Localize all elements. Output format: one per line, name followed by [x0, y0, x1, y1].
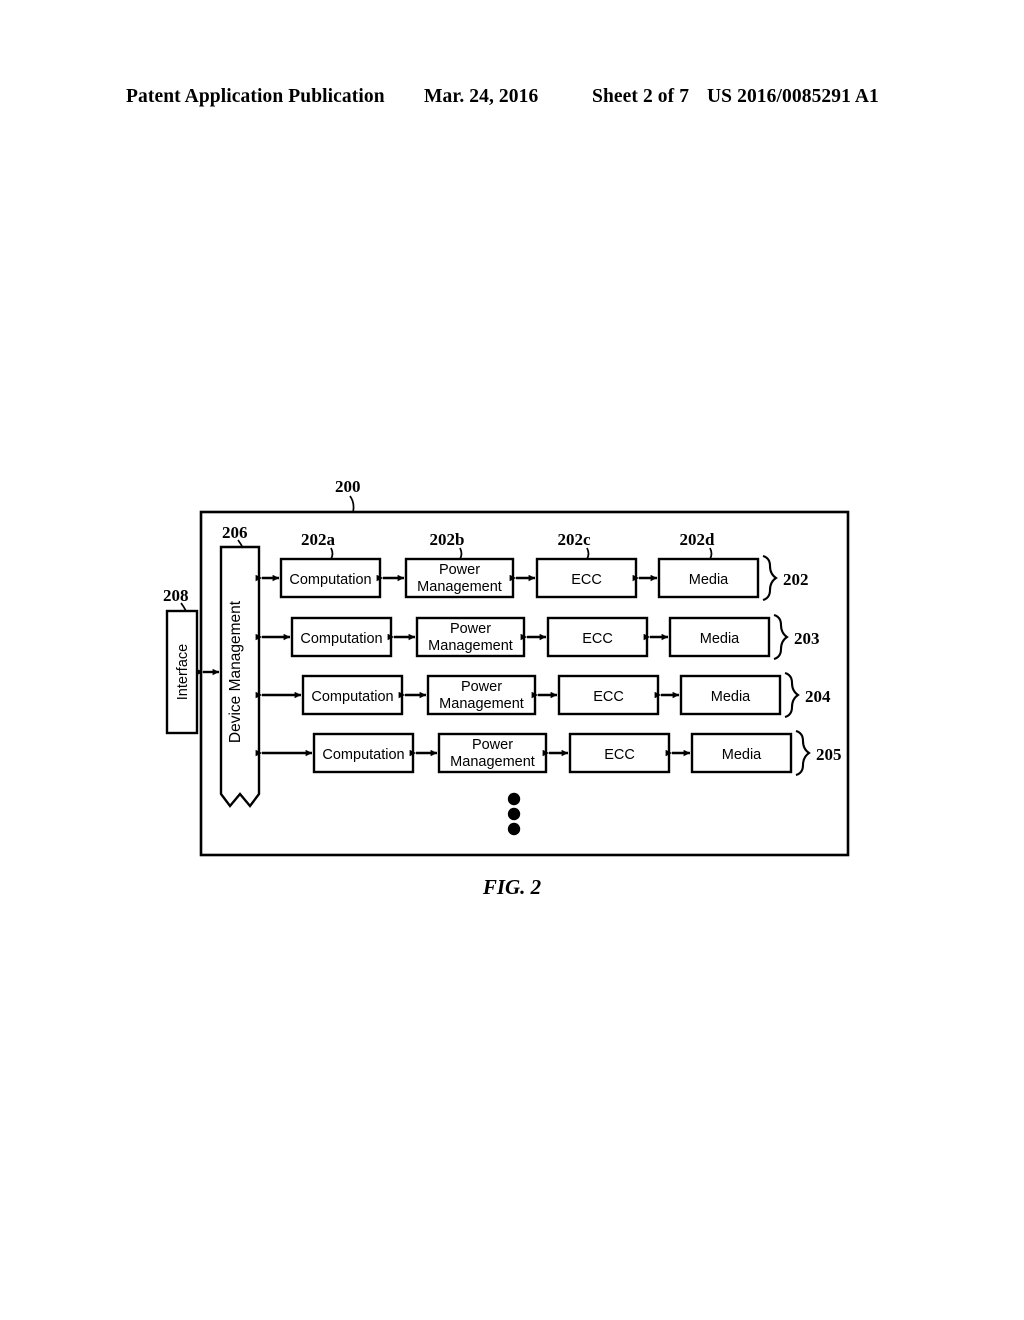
ref-label-208: 208 — [163, 586, 189, 605]
power-management-label-line2-203: Management — [428, 638, 513, 654]
computation-label-205: Computation — [322, 747, 404, 763]
figure-2-diagram: Interface Device Management Computation … — [0, 0, 1024, 1320]
ref-label-200: 200 — [335, 477, 361, 496]
ref-label-202b: 202b — [430, 530, 465, 549]
power-management-label-line2-204: Management — [439, 696, 524, 712]
row-ref-204: 204 — [805, 687, 831, 706]
ref-label-202a: 202a — [301, 530, 336, 549]
channel-row-205: Computation Power Management ECC Media 2… — [255, 729, 842, 777]
reference-202d: 202d — [680, 530, 716, 560]
leader-line-202a — [330, 547, 334, 560]
reference-200: 200 — [335, 477, 361, 513]
figure-caption: FIG. 2 — [482, 875, 542, 899]
reference-206: 206 — [222, 523, 248, 549]
row-ref-203: 203 — [794, 629, 820, 648]
reference-202b: 202b — [430, 530, 465, 560]
row-ref-202: 202 — [783, 570, 809, 589]
brace-203 — [773, 613, 789, 661]
ref-label-202c: 202c — [557, 530, 591, 549]
channel-row-204: Computation Power Management ECC Media 2… — [255, 671, 831, 719]
computation-label-204: Computation — [311, 689, 393, 705]
media-label-203: Media — [700, 631, 740, 647]
interface-block: Interface — [165, 609, 199, 735]
power-management-label-line1-204: Power — [461, 679, 502, 695]
ecc-label-202: ECC — [571, 572, 602, 588]
reference-202c: 202c — [557, 530, 591, 560]
power-management-label-line2-205: Management — [450, 754, 535, 770]
interface-label: Interface — [175, 644, 191, 700]
power-management-label-line1-202: Power — [439, 562, 480, 578]
computation-label-203: Computation — [300, 631, 382, 647]
power-management-label-line2-202: Management — [417, 579, 502, 595]
channel-row-202: Computation Power Management ECC Media 2… — [255, 554, 809, 602]
device-management-label: Device Management — [227, 600, 244, 743]
brace-204 — [784, 671, 800, 719]
media-label-202: Media — [689, 572, 729, 588]
leader-line-202c — [586, 547, 590, 560]
computation-label-202: Computation — [289, 572, 371, 588]
reference-208: 208 — [163, 586, 189, 612]
channel-row-203: Computation Power Management ECC Media 2… — [255, 613, 820, 661]
reference-202a: 202a — [301, 530, 336, 560]
diagram-canvas: Interface Device Management Computation … — [163, 477, 850, 857]
ecc-label-203: ECC — [582, 631, 613, 647]
power-management-label-line1-203: Power — [450, 621, 491, 637]
row-ref-205: 205 — [816, 745, 842, 764]
media-label-204: Media — [711, 689, 751, 705]
leader-line-202d — [709, 547, 713, 560]
ref-label-206: 206 — [222, 523, 248, 542]
brace-205 — [795, 729, 811, 777]
ecc-label-204: ECC — [593, 689, 624, 705]
ref-label-202d: 202d — [680, 530, 716, 549]
ecc-label-205: ECC — [604, 747, 635, 763]
media-label-205: Media — [722, 747, 762, 763]
leader-line-200 — [349, 495, 355, 513]
brace-202 — [762, 554, 778, 602]
device-management-block: Device Management — [219, 545, 261, 808]
vertical-ellipsis-icon — [507, 792, 521, 836]
leader-line-202b — [459, 547, 463, 560]
power-management-label-line1-205: Power — [472, 737, 513, 753]
